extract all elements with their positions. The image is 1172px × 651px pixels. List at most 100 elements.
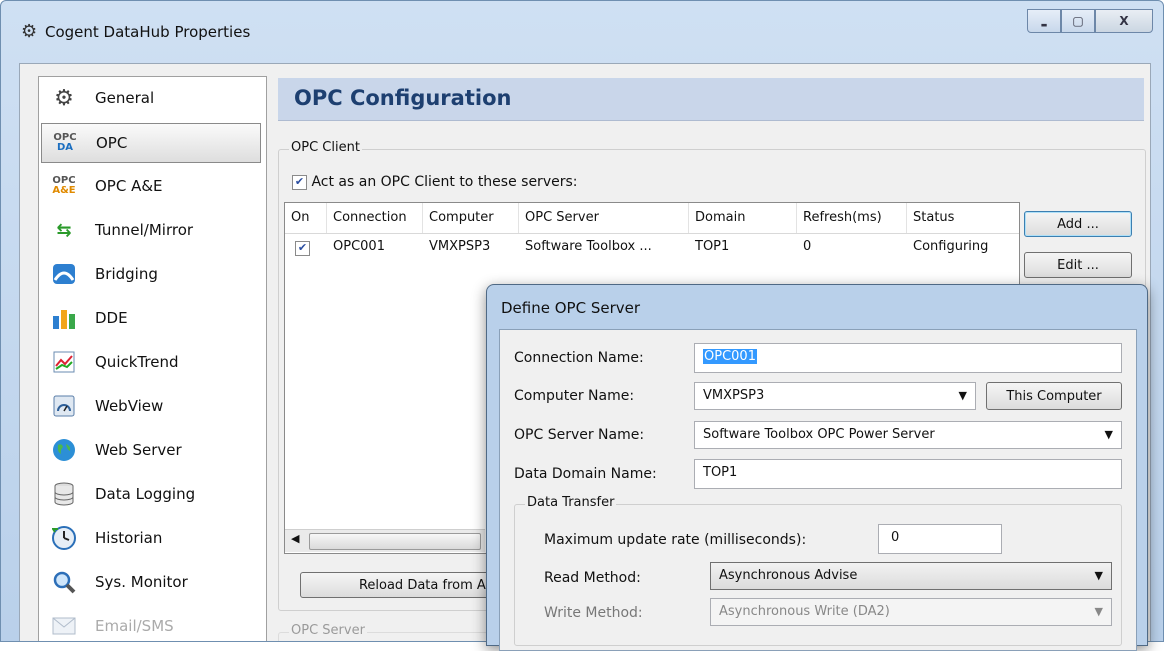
max-update-rate-input[interactable]: 0: [878, 524, 1002, 554]
nav-label: General: [95, 89, 155, 107]
gear-icon: ⚙: [54, 85, 74, 111]
title-bar[interactable]: ⚙ Cogent DataHub Properties ▬ ▢ X: [1, 1, 1163, 63]
nav-item-historian[interactable]: Historian: [41, 519, 261, 557]
cell-computer: VMXPSP3: [429, 239, 491, 254]
opc-da-icon: OPC DA: [53, 132, 77, 153]
nav-label: Historian: [95, 529, 163, 547]
close-icon: X: [1119, 14, 1129, 28]
max-update-rate-value: 0: [891, 530, 900, 545]
cell-domain: TOP1: [695, 239, 730, 254]
opc-ae-icon: OPC A&E: [52, 175, 76, 196]
nav-item-bridging[interactable]: Bridging: [41, 255, 261, 293]
globe-icon: [51, 437, 77, 463]
checkbox-checked-icon: ✔: [292, 174, 307, 190]
column-header-domain[interactable]: Domain: [689, 203, 797, 233]
close-button[interactable]: X: [1095, 9, 1153, 33]
scrollbar-thumb[interactable]: [309, 533, 481, 550]
add-button[interactable]: Add ...: [1024, 211, 1132, 237]
checkbox-checked-icon: ✔: [295, 241, 310, 256]
gauge-icon: [51, 393, 77, 419]
nav-label: OPC: [96, 134, 128, 152]
nav-item-tunnel-mirror[interactable]: ⇆ Tunnel/Mirror: [41, 211, 261, 249]
nav-item-webview[interactable]: WebView: [41, 387, 261, 425]
cell-opc-server: Software Toolbox ...: [525, 239, 652, 254]
tunnel-arrows-icon: ⇆: [56, 219, 72, 241]
nav-item-email-sms[interactable]: Email/SMS: [41, 607, 261, 641]
cell-connection: OPC001: [333, 239, 385, 254]
nav-label: Email/SMS: [95, 617, 174, 635]
opc-server-name-value: Software Toolbox OPC Power Server: [703, 427, 935, 442]
connection-name-label: Connection Name:: [514, 350, 644, 366]
computer-name-label: Computer Name:: [514, 388, 635, 404]
nav-item-data-logging[interactable]: Data Logging: [41, 475, 261, 513]
scroll-left-arrow-icon[interactable]: ◀: [291, 532, 299, 545]
nav-label: Data Logging: [95, 485, 196, 503]
column-header-on[interactable]: On: [285, 203, 327, 233]
clock-icon: [51, 525, 77, 551]
page-header: OPC Configuration: [278, 78, 1144, 121]
this-computer-button[interactable]: This Computer: [986, 382, 1122, 410]
connection-name-input[interactable]: OPC001: [694, 343, 1122, 373]
column-header-connection[interactable]: Connection: [327, 203, 423, 233]
data-domain-name-label: Data Domain Name:: [514, 466, 657, 482]
checkbox-label: Act as an OPC Client to these servers:: [311, 174, 578, 190]
group-title: OPC Server: [289, 623, 367, 638]
nav-item-opc[interactable]: OPC DA OPC: [41, 123, 261, 163]
table-header: On Connection Computer OPC Server Domain…: [285, 203, 1019, 234]
chevron-down-icon[interactable]: ▼: [1105, 428, 1113, 441]
cell-status: Configuring: [913, 239, 989, 254]
nav-item-dde[interactable]: DDE: [41, 299, 261, 337]
group-title: Data Transfer: [525, 495, 617, 510]
trend-chart-icon: [51, 349, 77, 375]
maximize-icon: ▢: [1072, 14, 1084, 28]
nav-label: Sys. Monitor: [95, 573, 188, 591]
column-header-status[interactable]: Status: [907, 203, 1019, 233]
computer-name-value: VMXPSP3: [703, 388, 765, 403]
nav-item-opc-ae[interactable]: OPC A&E OPC A&E: [41, 167, 261, 205]
nav-label: QuickTrend: [95, 353, 179, 371]
nav-label: Web Server: [95, 441, 182, 459]
data-domain-value: TOP1: [703, 465, 738, 480]
write-method-dropdown[interactable]: Asynchronous Write (DA2) ▼: [710, 598, 1112, 626]
write-method-value: Asynchronous Write (DA2): [719, 604, 890, 619]
nav-item-quicktrend[interactable]: QuickTrend: [41, 343, 261, 381]
gear-icon: ⚙: [21, 21, 38, 42]
read-method-label: Read Method:: [544, 570, 641, 586]
minimize-button[interactable]: ▬: [1027, 9, 1061, 33]
dde-bars-icon: [51, 305, 77, 331]
caption-buttons: ▬ ▢ X: [1027, 9, 1153, 33]
minimize-icon: ▬: [1040, 21, 1048, 29]
define-opc-server-dialog: Define OPC Server Connection Name: OPC00…: [486, 284, 1148, 651]
edit-button[interactable]: Edit ...: [1024, 252, 1132, 278]
bridge-icon: [51, 261, 77, 287]
nav-item-web-server[interactable]: Web Server: [41, 431, 261, 469]
data-domain-name-input[interactable]: TOP1: [694, 459, 1122, 489]
read-method-dropdown[interactable]: Asynchronous Advise ▼: [710, 562, 1112, 590]
write-method-label: Write Method:: [544, 605, 643, 621]
horizontal-scrollbar[interactable]: ◀: [285, 529, 485, 552]
nav-label: OPC A&E: [95, 177, 163, 195]
column-header-opc-server[interactable]: OPC Server: [519, 203, 689, 233]
computer-name-combo[interactable]: VMXPSP3 ▼: [694, 382, 976, 410]
nav-item-sys-monitor[interactable]: Sys. Monitor: [41, 563, 261, 601]
column-header-computer[interactable]: Computer: [423, 203, 519, 233]
dialog-client: Connection Name: OPC001 Computer Name: V…: [499, 329, 1137, 651]
act-as-client-checkbox[interactable]: ✔ Act as an OPC Client to these servers:: [292, 174, 577, 190]
reload-data-button[interactable]: Reload Data from All: [300, 572, 500, 598]
row-on-checkbox[interactable]: ✔: [289, 241, 310, 256]
magnifier-icon: [51, 569, 77, 595]
page-title: OPC Configuration: [294, 86, 512, 110]
email-icon: [51, 613, 77, 639]
category-list[interactable]: ⚙ General OPC DA OPC OPC A&E OPC A&E ⇆ Tun…: [38, 76, 267, 641]
maximize-button[interactable]: ▢: [1061, 9, 1095, 33]
chevron-down-icon[interactable]: ▼: [959, 389, 967, 402]
nav-item-general[interactable]: ⚙ General: [41, 79, 261, 117]
opc-server-name-combo[interactable]: Software Toolbox OPC Power Server ▼: [694, 421, 1122, 449]
nav-label: Bridging: [95, 265, 158, 283]
column-header-refresh[interactable]: Refresh(ms): [797, 203, 907, 233]
chevron-down-icon[interactable]: ▼: [1095, 569, 1103, 582]
opc-server-name-label: OPC Server Name:: [514, 427, 645, 443]
database-icon: [51, 481, 77, 507]
chevron-down-icon[interactable]: ▼: [1095, 605, 1103, 618]
read-method-value: Asynchronous Advise: [719, 568, 858, 583]
